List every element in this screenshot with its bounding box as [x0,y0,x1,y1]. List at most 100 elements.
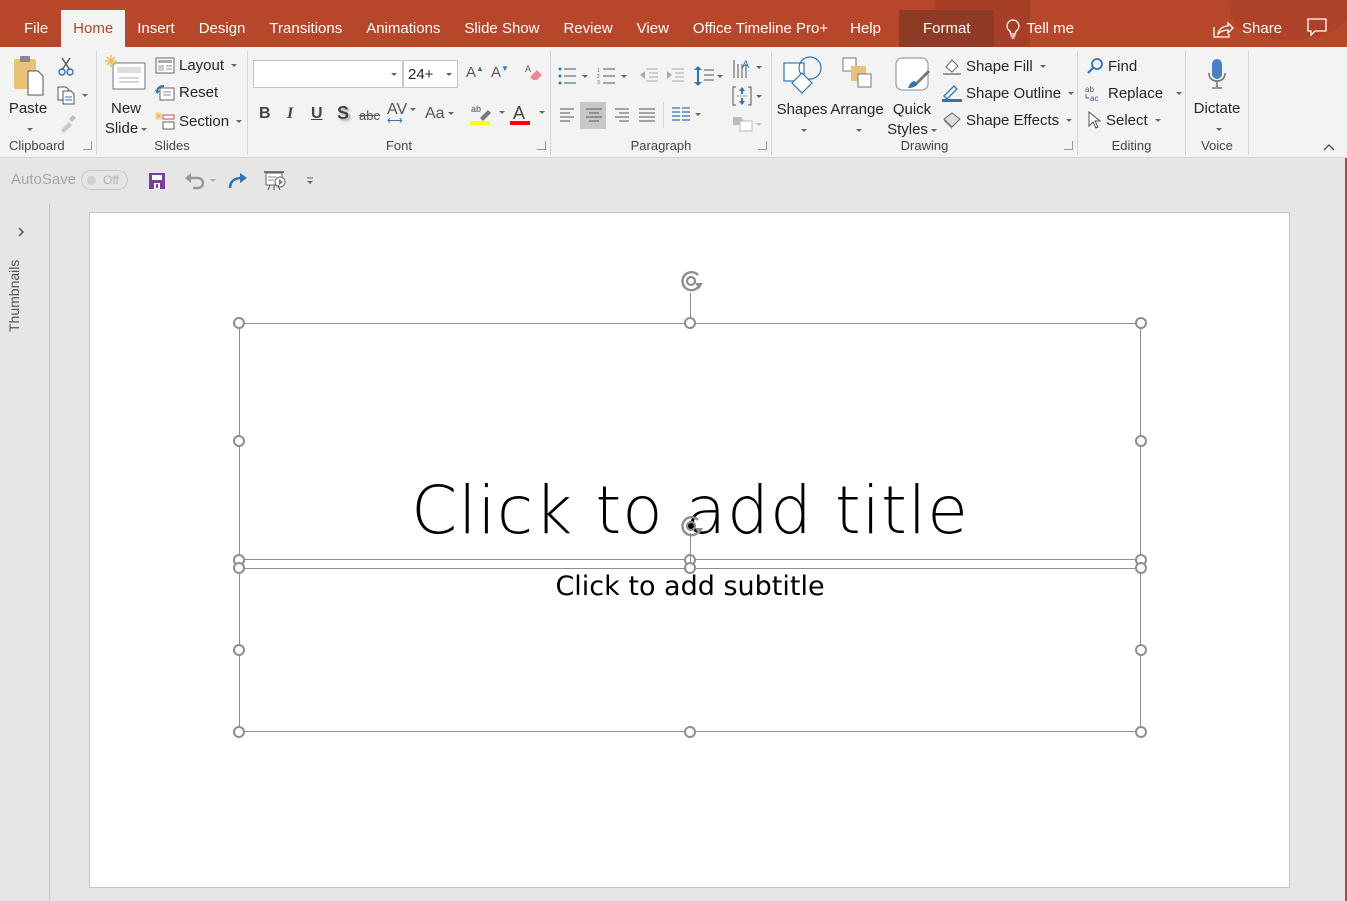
resize-handle-e[interactable] [1135,435,1147,447]
paste-button[interactable]: Paste [6,53,50,139]
resize-handle-ne[interactable] [1135,317,1147,329]
tab-slide-show[interactable]: Slide Show [452,10,551,47]
expand-thumbnails-icon[interactable] [17,226,27,238]
sub-resize-handle-e[interactable] [1135,644,1147,656]
reset-button[interactable]: Reset [155,84,218,101]
find-button[interactable]: Find [1086,57,1137,75]
format-painter-icon[interactable] [58,113,78,133]
drawing-dialog-launcher[interactable] [1064,141,1073,150]
tab-review[interactable]: Review [551,10,624,47]
collapse-ribbon-icon[interactable] [1322,142,1336,152]
decrease-font-size-button[interactable]: A▼ [491,64,509,81]
tab-format[interactable]: Format [898,10,995,47]
text-direction-icon[interactable]: A [732,58,766,80]
strikethrough-button[interactable]: abc [359,108,380,123]
redo-icon[interactable] [227,171,249,191]
section-button[interactable]: Section [155,112,243,130]
bullets-icon[interactable] [558,67,592,85]
tab-office-timeline[interactable]: Office Timeline Pro+ [681,10,840,47]
paragraph-group: 123 A Paragraph [551,51,772,155]
replace-button[interactable]: ab ac Replace [1084,84,1183,102]
shapes-dropdown[interactable] [776,120,828,140]
character-spacing-button[interactable]: AV ⟷ [387,102,417,127]
resize-handle-nw[interactable] [233,317,245,329]
underline-button[interactable]: U [311,105,323,123]
tab-animations[interactable]: Animations [354,10,452,47]
dictate-dropdown[interactable] [1188,119,1246,139]
justify-icon[interactable] [638,108,656,122]
tab-home[interactable]: Home [61,10,126,47]
thumbnails-label[interactable]: Thumbnails [6,260,22,332]
sub-resize-handle-nw[interactable] [233,562,245,574]
sub-resize-handle-n[interactable] [684,562,696,574]
shapes-button[interactable]: Shapes [776,54,828,140]
arrange-dropdown[interactable] [828,120,886,140]
tab-design[interactable]: Design [187,10,258,47]
save-icon[interactable] [148,172,166,190]
undo-icon[interactable] [184,172,220,190]
rotate-handle-icon[interactable] [676,266,706,296]
cut-icon[interactable] [56,56,76,76]
shape-outline-button[interactable]: Shape Outline [942,84,1075,102]
align-right-icon[interactable] [612,108,630,122]
sub-resize-handle-sw[interactable] [233,726,245,738]
dictate-button[interactable]: Dictate [1188,55,1246,139]
font-color-button[interactable]: A [510,102,546,128]
slides-group: New Slide Layout Reset Section Slides [97,51,248,155]
share-button[interactable]: Share [1212,10,1282,47]
sub-resize-handle-ne[interactable] [1135,562,1147,574]
subtitle-rotate-handle-icon[interactable] [676,511,706,541]
autosave-toggle[interactable]: Off [81,170,128,190]
align-text-icon[interactable] [732,85,766,107]
resize-handle-n[interactable] [684,317,696,329]
font-size-dropdown[interactable]: 24+ [403,60,458,88]
tell-me-search[interactable]: Tell me [994,10,1086,47]
smartart-convert-icon[interactable] [732,113,766,133]
change-case-button[interactable]: Aa [425,105,454,123]
bold-button[interactable]: B [259,105,271,123]
slide-canvas[interactable]: Click to add title Click to add subtitle [89,212,1290,888]
new-slide-button[interactable]: New Slide [101,53,151,139]
sub-resize-handle-s[interactable] [684,726,696,738]
comment-icon[interactable] [1306,16,1328,38]
quick-styles-button[interactable]: Quick Styles [886,54,938,140]
increase-font-size-button[interactable]: A▲ [466,64,484,81]
sub-resize-handle-se[interactable] [1135,726,1147,738]
layout-button[interactable]: Layout [155,57,238,74]
increase-indent-icon[interactable] [665,67,685,85]
align-center-button[interactable] [580,102,606,129]
tab-help[interactable]: Help [840,10,899,47]
present-from-beginning-icon[interactable] [263,170,287,192]
sub-resize-handle-w[interactable] [233,644,245,656]
numbering-icon[interactable]: 123 [597,67,631,85]
tab-file[interactable]: File [0,10,61,47]
tab-insert[interactable]: Insert [125,10,187,47]
shape-effects-button[interactable]: Shape Effects [942,111,1073,129]
clear-formatting-icon[interactable]: A [524,63,544,83]
customize-qat-icon[interactable] [305,176,315,186]
copy-icon[interactable] [56,85,90,105]
subtitle-placeholder[interactable]: Click to add subtitle [239,568,1141,732]
tab-transitions[interactable]: Transitions [257,10,354,47]
columns-icon[interactable] [671,107,705,123]
font-name-dropdown[interactable] [253,60,403,88]
editing-group: Find ab ac Replace Select Editing [1078,51,1186,155]
tab-view[interactable]: View [625,10,681,47]
quick-styles-label-1: Quick [892,101,932,118]
align-left-icon[interactable] [559,108,577,122]
line-spacing-icon[interactable] [694,65,724,87]
decrease-indent-icon[interactable] [639,67,659,85]
shape-outline-label: Shape Outline [966,84,1062,102]
arrange-button[interactable]: Arrange [828,54,886,140]
subtitle-placeholder-text[interactable]: Click to add subtitle [240,571,1140,602]
font-dialog-launcher[interactable] [537,141,546,150]
text-shadow-button[interactable]: S [337,103,349,124]
clipboard-dialog-launcher[interactable] [83,141,92,150]
resize-handle-w[interactable] [233,435,245,447]
highlight-color-button[interactable]: ab [470,102,506,128]
paste-dropdown[interactable] [6,119,50,139]
shape-fill-button[interactable]: Shape Fill [942,57,1046,75]
italic-button[interactable]: I [287,105,293,123]
paragraph-dialog-launcher[interactable] [758,141,767,150]
select-button[interactable]: Select [1086,111,1161,129]
